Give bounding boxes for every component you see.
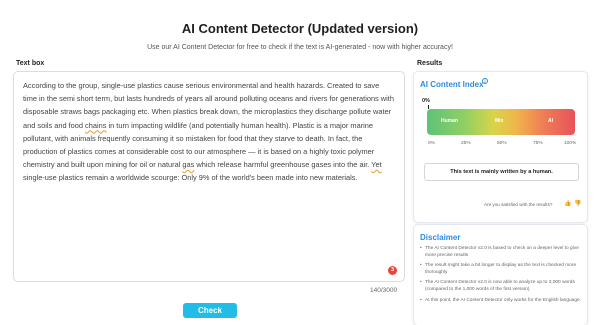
bar-label-ai: AI	[548, 118, 553, 124]
bar-label-human: Human	[441, 118, 458, 124]
disclaimer-item: The AI Content Detector v2.0 is based to…	[420, 246, 585, 259]
percent-marker: 0%	[422, 98, 430, 104]
flagged-word[interactable]: Yet	[371, 160, 381, 169]
info-icon[interactable]: i	[482, 78, 488, 84]
text-input-area[interactable]: According to the group, single-use plast…	[13, 71, 405, 282]
thumbs-up-icon[interactable]: 👍	[564, 200, 571, 207]
disclaimer-item: The AI Content Detector v2.0 is now able…	[420, 280, 585, 293]
tick-label: 0%	[428, 141, 435, 146]
disclaimer-item: The result might take a bit longer to di…	[420, 263, 585, 276]
check-button[interactable]: Check	[183, 303, 237, 318]
text-content[interactable]: According to the group, single-use plast…	[23, 79, 395, 185]
bar-label-mix: Mix	[495, 118, 504, 124]
disclaimer-list: The AI Content Detector v2.0 is based to…	[420, 246, 585, 308]
tick-label: 50%	[497, 141, 507, 146]
tick-label: 100%	[564, 141, 577, 146]
text-segment: which release harmful greenhouse gases i…	[194, 160, 372, 170]
thumbs-down-icon[interactable]: 👎	[574, 200, 581, 207]
results-label: Results	[417, 60, 443, 67]
disclaimer-title: Disclaimer	[420, 233, 461, 242]
verdict-box: This text is mainly written by a human.	[424, 163, 579, 181]
textbox-label: Text box	[16, 60, 45, 67]
page-title: AI Content Detector (Updated version)	[181, 21, 419, 36]
ai-content-index-panel: AI Content Index i 0% Human Mix AI 0% 25…	[413, 71, 588, 223]
tick-label: 75%	[533, 141, 543, 146]
ai-index-gradient-bar: Human Mix AI	[427, 109, 575, 135]
flagged-word[interactable]: gas	[182, 160, 194, 169]
disclaimer-item: At this point, the AI Content Detector o…	[420, 298, 585, 305]
text-segment: single-use plastics remain a worldwide s…	[23, 173, 358, 183]
satisfaction-prompt: Are you satisfied with the results?	[484, 202, 553, 207]
flagged-word[interactable]: chains	[85, 121, 106, 130]
word-counter: 140/3000	[370, 287, 398, 294]
tick-label: 25%	[461, 141, 471, 146]
disclaimer-panel: Disclaimer The AI Content Detector v2.0 …	[413, 224, 588, 325]
index-title: AI Content Index	[420, 80, 484, 89]
page-subtitle: Use our AI Content Detector for free to …	[147, 44, 453, 51]
error-count-badge[interactable]: 3	[388, 266, 397, 275]
